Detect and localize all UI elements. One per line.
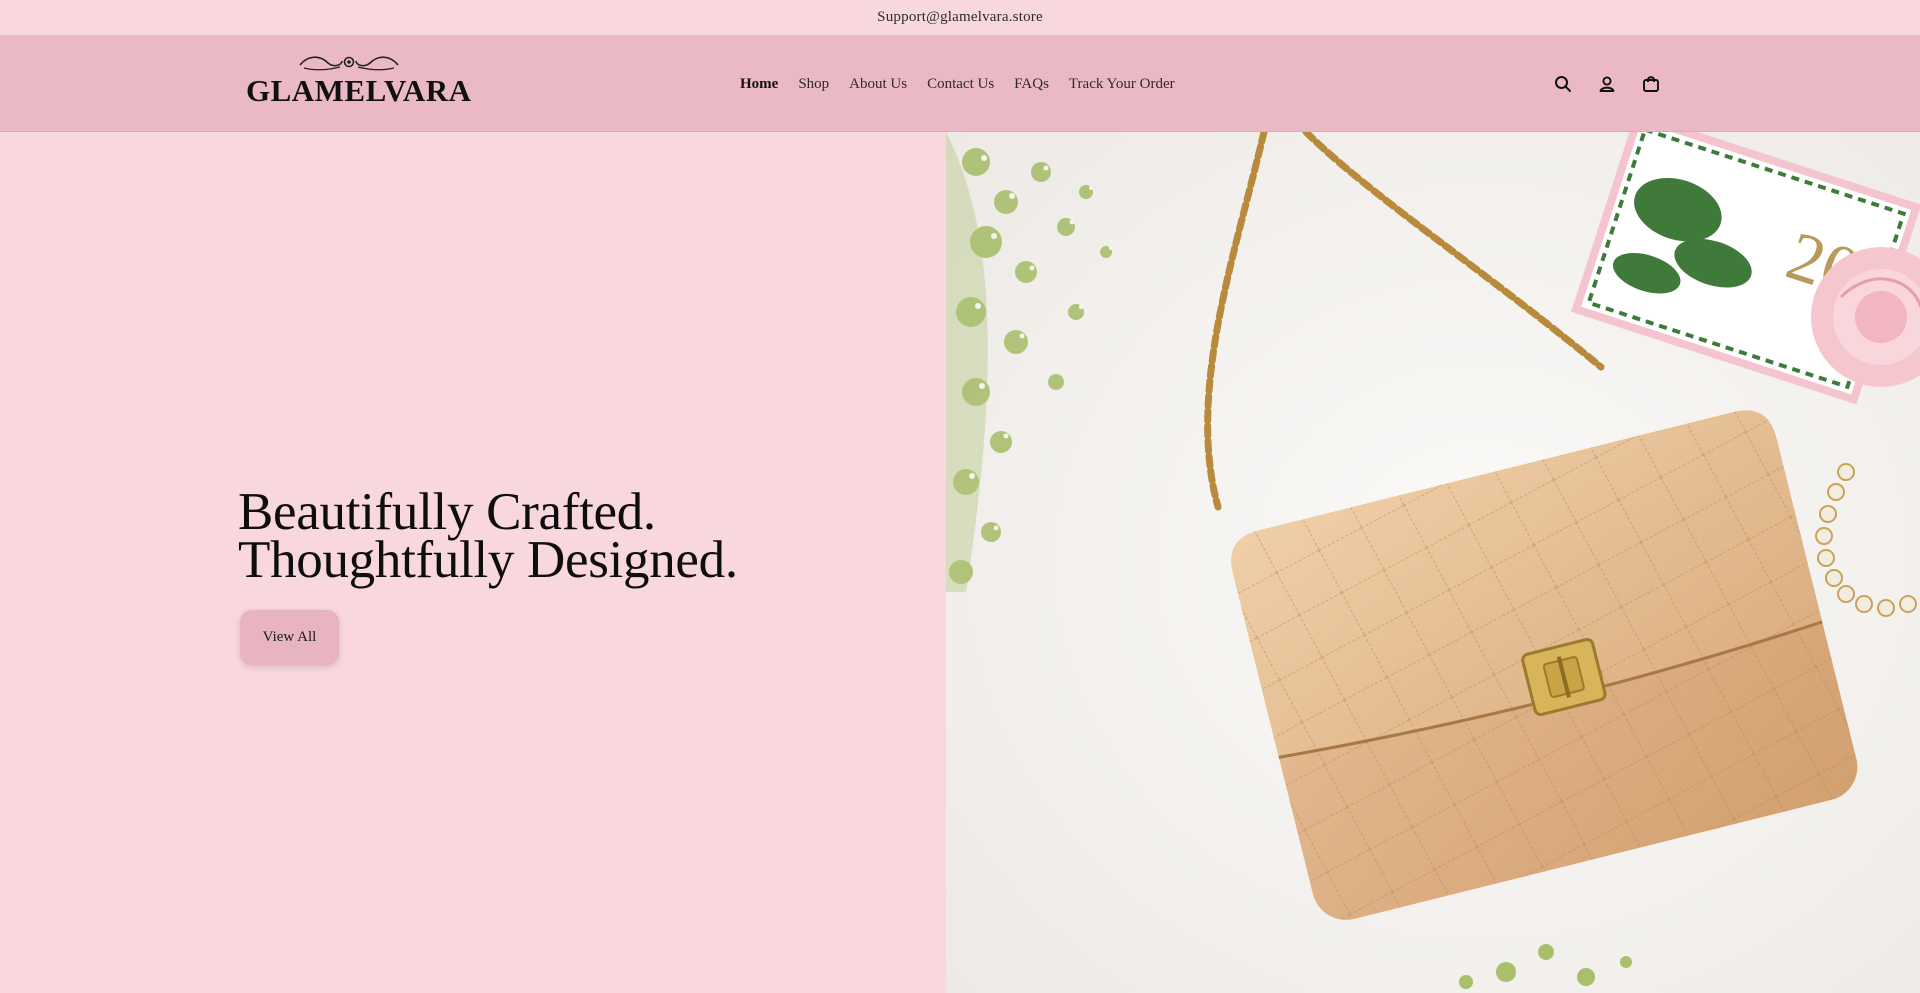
hero-title: Beautifully Crafted. Thoughtfully Design… (238, 483, 878, 589)
hero-text-panel: Beautifully Crafted. Thoughtfully Design… (0, 132, 946, 993)
cart-button[interactable] (1638, 71, 1664, 97)
nav-track-order[interactable]: Track Your Order (1059, 69, 1185, 99)
nav-shop[interactable]: Shop (788, 69, 839, 99)
support-email[interactable]: Support@glamelvara.store (877, 9, 1043, 26)
search-button[interactable] (1550, 71, 1576, 97)
cart-icon (1643, 75, 1659, 92)
search-icon (1555, 75, 1571, 92)
site-header: GLAMELVARA Home Shop About Us Contact Us… (0, 35, 1920, 132)
hero-title-line-2: Thoughtfully Designed. (238, 531, 738, 589)
logo-ornament-icon (299, 56, 399, 71)
nav-faqs[interactable]: FAQs (1004, 69, 1059, 99)
nav-contact-us[interactable]: Contact Us (917, 69, 1004, 99)
logo-text: GLAMELVARA (246, 73, 472, 108)
announcement-bar: Support@glamelvara.store (0, 0, 1920, 35)
account-button[interactable] (1594, 71, 1620, 97)
hero-image: 20 (946, 132, 1920, 993)
nav-about-us[interactable]: About Us (839, 69, 917, 99)
main-nav: Home Shop About Us Contact Us FAQs Track… (730, 35, 1185, 132)
account-icon (1599, 75, 1615, 92)
header-icons (1550, 35, 1664, 132)
nav-home[interactable]: Home (730, 69, 788, 99)
view-all-button[interactable]: View All (240, 610, 339, 665)
handbag-image: 20 (946, 132, 1920, 993)
logo[interactable]: GLAMELVARA (246, 53, 472, 113)
hero-title-line-1: Beautifully Crafted. (238, 483, 656, 541)
